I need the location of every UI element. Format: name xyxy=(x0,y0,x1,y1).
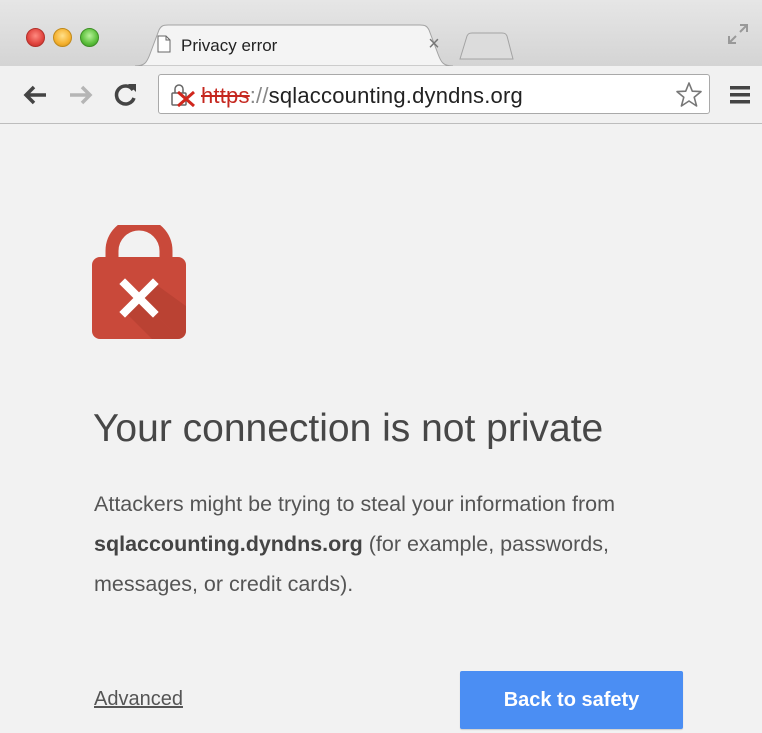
address-bar[interactable]: https://sqlaccounting.dyndns.org xyxy=(158,74,710,114)
back-to-safety-button[interactable]: Back to safety xyxy=(460,671,683,729)
bookmark-star-icon[interactable] xyxy=(675,81,703,114)
description-prefix: Attackers might be trying to steal your … xyxy=(94,492,615,516)
page-icon xyxy=(157,35,171,58)
reload-icon[interactable] xyxy=(110,80,140,110)
tab-title: Privacy error xyxy=(181,36,278,55)
tab-strip: Privacy error × xyxy=(0,0,762,66)
back-arrow-icon[interactable] xyxy=(20,80,50,110)
close-window-button[interactable] xyxy=(26,28,45,47)
fullscreen-icon[interactable] xyxy=(726,22,750,51)
hamburger-menu-icon[interactable] xyxy=(729,84,751,111)
url-separator: :// xyxy=(249,83,269,108)
error-description: Attackers might be trying to steal your … xyxy=(94,484,704,604)
tab-close-icon[interactable]: × xyxy=(424,33,444,55)
url-text: https://sqlaccounting.dyndns.org xyxy=(201,83,523,109)
page-heading: Your connection is not private xyxy=(93,407,604,450)
url-host: sqlaccounting.dyndns.org xyxy=(268,83,523,108)
zoom-window-button[interactable] xyxy=(80,28,99,47)
browser-window: Privacy error × https://sqlaccounting.dy… xyxy=(0,0,762,733)
forward-arrow-icon[interactable] xyxy=(66,80,96,110)
toolbar: https://sqlaccounting.dyndns.org xyxy=(0,66,762,124)
description-domain: sqlaccounting.dyndns.org xyxy=(94,532,363,556)
new-tab-button[interactable] xyxy=(458,32,514,65)
red-padlock-error-icon xyxy=(92,217,186,344)
interstitial-page: Your connection is not private Attackers… xyxy=(0,124,762,733)
tab-privacy-error[interactable]: Privacy error × xyxy=(135,24,453,66)
advanced-link[interactable]: Advanced xyxy=(94,688,183,711)
broken-lock-icon[interactable] xyxy=(169,83,197,112)
minimize-window-button[interactable] xyxy=(53,28,72,47)
url-scheme: https xyxy=(201,83,250,108)
